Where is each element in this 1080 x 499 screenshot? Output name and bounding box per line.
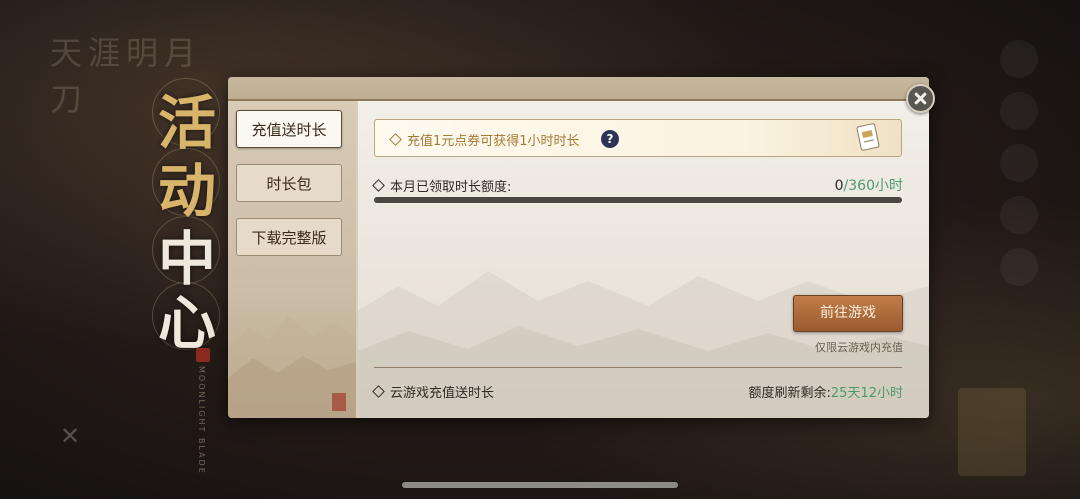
quota-value: 0/360小时 — [835, 175, 903, 195]
red-seal-stamp — [196, 348, 210, 362]
activity-panel: 充值送时长 时长包 下载完整版 充值1元点券可获得1小时时长 ? 本月已领取时长… — [228, 77, 929, 418]
brand-vertical-logo: MOONLIGHT BLADE — [197, 366, 206, 475]
recharge-note: 仅限云游戏内充值 — [815, 341, 903, 354]
diamond-bullet-icon — [372, 385, 385, 398]
background-icon — [1000, 92, 1038, 130]
quota-progress-bar — [374, 197, 902, 203]
quota-label: 本月已领取时长额度: — [372, 176, 512, 195]
go-to-game-button[interactable]: 前往游戏 — [793, 295, 903, 332]
diamond-bullet-icon — [372, 179, 385, 192]
panel-header-bar — [228, 77, 929, 101]
tab-download-full-version[interactable]: 下载完整版 — [236, 218, 342, 256]
background-side-card — [958, 388, 1026, 476]
refresh-countdown: 额度刷新剩余:25天12小时 — [749, 382, 903, 401]
diamond-bullet-icon — [389, 133, 402, 146]
seal-stamp — [332, 393, 346, 411]
sidebar: 充值送时长 时长包 下载完整版 — [228, 101, 356, 418]
close-button[interactable] — [906, 84, 935, 113]
quota-label-text: 本月已领取时长额度: — [390, 180, 512, 195]
footer-title: 云游戏充值送时长 — [372, 382, 495, 401]
background-icon — [1000, 40, 1038, 78]
home-indicator-bar[interactable] — [402, 482, 678, 488]
background-icon — [1000, 144, 1038, 182]
ticket-icon — [856, 123, 880, 151]
activity-center-title: 活 动 中 心 — [150, 76, 228, 357]
title-char: 心 — [157, 289, 216, 357]
tab-time-pack[interactable]: 时长包 — [236, 164, 342, 202]
tab-recharge-bonus-time[interactable]: 充值送时长 — [236, 110, 342, 148]
background-icon — [1000, 248, 1038, 286]
promo-text: 充值1元点券可获得1小时时长 — [407, 134, 580, 149]
divider — [374, 367, 902, 368]
promo-banner-text: 充值1元点券可获得1小时时长 — [389, 130, 580, 149]
background-game-logo: 天涯明月刀 — [50, 34, 203, 118]
content-area: 充值1元点券可获得1小时时长 ? 本月已领取时长额度: 0/360小时 前往游戏… — [358, 101, 929, 418]
promo-banner: 充值1元点券可获得1小时时长 ? — [374, 119, 902, 157]
refresh-label: 额度刷新剩余: — [748, 386, 831, 401]
quota-current: 0 — [834, 178, 844, 194]
help-icon[interactable]: ? — [601, 130, 619, 148]
quota-max: 360小时 — [848, 178, 903, 194]
background-bottom-icon: ✕ — [60, 422, 81, 450]
refresh-remaining: 25天12小时 — [830, 386, 903, 401]
footer-title-text: 云游戏充值送时长 — [390, 386, 495, 401]
background-icon — [1000, 196, 1038, 234]
